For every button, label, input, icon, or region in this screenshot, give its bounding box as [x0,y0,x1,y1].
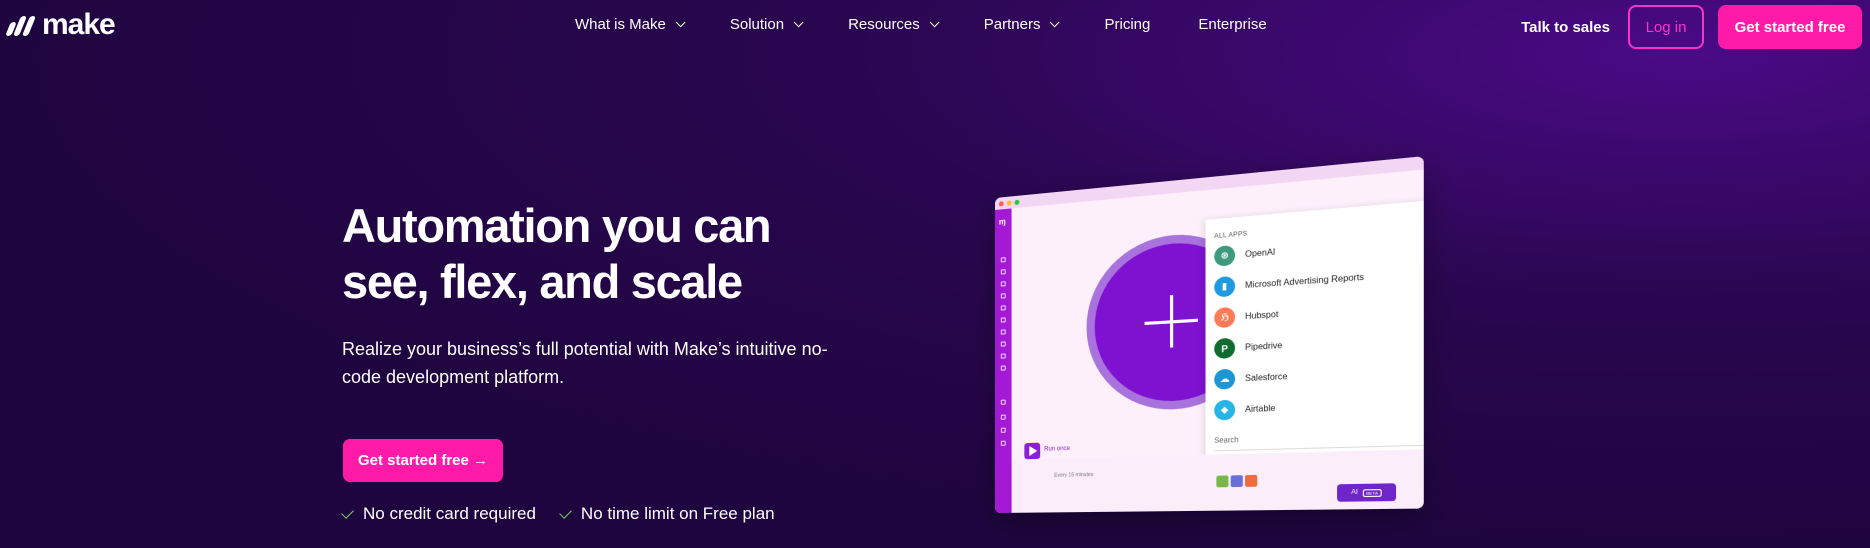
benefit-text: No time limit on Free plan [581,504,775,524]
window-dot-icon [1007,200,1012,205]
hero-subtitle: Realize your business’s full potential w… [342,335,852,391]
sidebar-icon [1001,353,1006,358]
sidebar-icon [1001,365,1006,370]
main-menu: What is Make Solution Resources Partners… [575,16,1315,33]
menu-label: Solution [730,16,784,33]
menu-solution[interactable]: Solution [730,16,800,33]
menu-label: Enterprise [1198,16,1266,33]
module-tile-icon [1245,475,1257,487]
panel-heading: ALL APPS [1214,231,1247,240]
benefit-list: No credit card required No time limit on… [344,504,801,524]
hero-title: Automation you can see, flex, and scale [342,198,822,310]
chevron-down-icon [1050,17,1060,27]
hubspot-icon: ℌ [1214,307,1235,328]
app-sidebar: ɱ [995,208,1012,513]
app-list-item: P Pipedrive [1214,335,1282,359]
sidebar-icon [1001,281,1006,286]
menu-resources[interactable]: Resources [848,16,936,33]
menu-what-is-make[interactable]: What is Make [575,16,682,33]
schedule-label: Every 15 minutes [1054,472,1093,479]
module-tile-icon [1216,475,1228,487]
sidebar-icon [1001,329,1006,334]
menu-label: What is Make [575,16,666,33]
app-list-item: ℌ Hubspot [1214,304,1278,328]
app-picker-panel: ALL APPS ⊛ OpenAI ▮ Microsoft Advertisin… [1206,200,1424,463]
app-list-item: ⊛ OpenAI [1214,242,1275,267]
menu-label: Pricing [1104,16,1150,33]
module-tile-icon [1231,475,1243,487]
benefit-text: No credit card required [363,504,536,524]
pipedrive-icon: P [1214,338,1235,359]
make-logo-icon [6,14,36,36]
sidebar-icon [1001,269,1006,274]
beta-badge: BETA [1362,489,1381,497]
sidebar-icon [1001,415,1006,420]
ai-label: AI [1351,489,1358,496]
salesforce-icon: ☁ [1214,369,1235,390]
sidebar-icon [1001,305,1006,310]
app-name: Pipedrive [1245,341,1282,353]
benefit-item: No time limit on Free plan [562,504,775,524]
top-navigation: make What is Make Solution Resources Par… [0,0,1870,54]
sidebar-icon [1001,428,1006,433]
app-name: Airtable [1245,403,1275,414]
menu-pricing[interactable]: Pricing [1104,16,1150,33]
play-icon [1029,446,1037,456]
chevron-down-icon [929,17,939,27]
ai-button: AI BETA [1337,483,1396,502]
benefit-item: No credit card required [344,504,536,524]
run-once-label: Run once [1044,446,1070,453]
app-list-item: ▮ Microsoft Advertising Reports [1214,267,1364,298]
app-name: Microsoft Advertising Reports [1245,272,1364,290]
sidebar-icon [1001,317,1006,322]
get-started-button[interactable]: Get started free [1718,5,1862,49]
sidebar-icon [1001,293,1006,298]
app-list-item: ☁ Salesforce [1214,366,1287,390]
logo-text: make [42,10,115,40]
menu-label: Partners [984,16,1041,33]
app-list-item: ◆ Airtable [1214,398,1275,421]
sidebar-logo-icon: ɱ [999,217,1006,227]
app-name: Salesforce [1245,372,1287,384]
openai-icon: ⊛ [1214,245,1235,267]
sidebar-icon [1001,441,1006,446]
chevron-down-icon [676,17,686,27]
chevron-down-icon [794,17,804,27]
product-illustration: ɱ ALL APPS ⊛ OpenAI ▮ Microsoft Advertis… [995,198,1405,518]
make-logo[interactable]: make [6,10,115,40]
sidebar-icon [1001,400,1006,405]
app-name: Hubspot [1245,309,1278,321]
window-titlebar [995,156,1424,210]
app-window-mockup: ɱ ALL APPS ⊛ OpenAI ▮ Microsoft Advertis… [995,156,1424,513]
window-dot-icon [999,201,1004,206]
window-dot-icon [1015,199,1020,205]
menu-partners[interactable]: Partners [984,16,1057,33]
nav-actions: Talk to sales Log in Get started free [1521,5,1862,49]
search-label: Search [1214,437,1238,445]
check-icon [559,506,572,519]
hero-get-started-button[interactable]: Get started free → [343,439,503,482]
log-in-button[interactable]: Log in [1628,5,1704,49]
microsoft-advertising-icon: ▮ [1214,276,1235,298]
airtable-icon: ◆ [1214,400,1235,421]
sidebar-icon [1001,257,1006,262]
plus-icon [1170,295,1173,348]
menu-enterprise[interactable]: Enterprise [1198,16,1266,33]
check-icon [341,506,354,519]
sidebar-icon [1001,341,1006,346]
talk-to-sales-link[interactable]: Talk to sales [1521,19,1610,36]
app-name: OpenAI [1245,247,1275,259]
menu-label: Resources [848,16,920,33]
